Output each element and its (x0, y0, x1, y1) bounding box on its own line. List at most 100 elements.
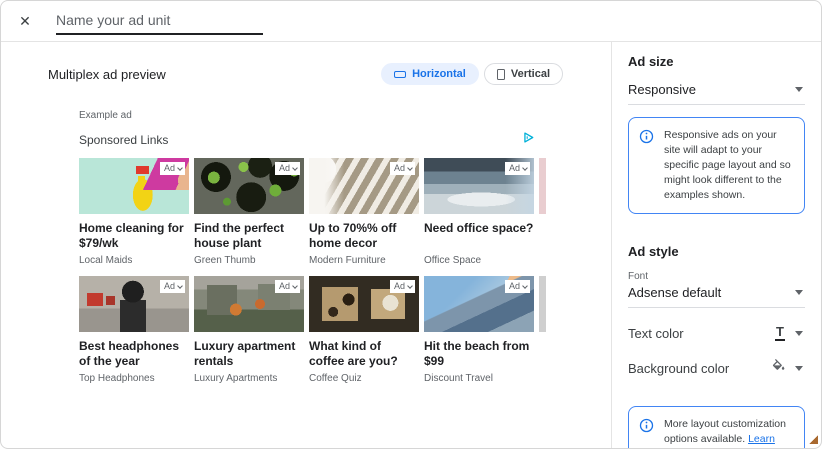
chevron-down-icon (177, 282, 183, 289)
ad-image (539, 276, 546, 332)
chevron-down-icon (522, 164, 528, 171)
ad-title[interactable]: Best headphones of the year (79, 339, 189, 370)
ad-style-heading: Ad style (628, 244, 679, 259)
info-icon (639, 129, 654, 203)
orientation-horizontal-label: Horizontal (412, 68, 466, 80)
ad-badge[interactable]: Ad (274, 162, 300, 175)
ad-size-heading: Ad size (628, 54, 674, 69)
ad-card[interactable]: Ad Need office space? Office Space (424, 158, 534, 266)
ad-image: Ad (309, 158, 419, 214)
orientation-vertical-button[interactable]: Vertical (483, 63, 563, 85)
ad-card[interactable]: Ad Hit the beach from $99 Discount Trave… (424, 276, 534, 384)
ad-image: Ad (424, 158, 534, 214)
ad-size-value: Responsive (628, 82, 696, 97)
ad-size-select[interactable]: Responsive (628, 82, 805, 105)
ad-advertiser: Luxury Apartments (194, 373, 278, 384)
font-select[interactable]: Font Adsense default (628, 271, 805, 308)
chevron-down-icon (407, 164, 413, 171)
ad-badge-label: Ad (393, 163, 405, 173)
ad-image: Ad (79, 276, 189, 332)
ad-badge-label: Ad (393, 281, 405, 291)
font-value: Adsense default (628, 285, 722, 300)
ad-title[interactable]: Hit the beach from $99 (424, 339, 534, 370)
ad-card-partial (539, 158, 546, 266)
background-color-picker[interactable] (771, 359, 803, 378)
ad-card[interactable]: Ad Find the perfect house plant Green Th… (194, 158, 304, 266)
ad-preview-pane: Multiplex ad preview Horizontal Vertical… (1, 42, 611, 448)
ad-badge[interactable]: Ad (389, 280, 415, 293)
ad-advertiser: Modern Furniture (309, 255, 386, 266)
close-icon[interactable]: ✕ (17, 13, 33, 30)
paint-bucket-icon (771, 359, 785, 378)
ad-unit-name-input[interactable] (56, 7, 263, 35)
background-color-label: Background color (628, 361, 730, 376)
ad-badge-label: Ad (278, 163, 290, 173)
dialog-header: ✕ (1, 1, 821, 42)
ad-badge[interactable]: Ad (159, 162, 185, 175)
ad-badge[interactable]: Ad (274, 280, 300, 293)
ad-badge[interactable]: Ad (159, 280, 185, 293)
ad-image: Ad (194, 158, 304, 214)
text-color-picker[interactable]: T (775, 325, 803, 341)
font-label: Font (628, 271, 649, 282)
ad-title[interactable]: What kind of coffee are you? (309, 339, 419, 370)
sponsored-links-heading: Sponsored Links (79, 133, 169, 147)
responsive-info-text: Responsive ads on your site will adapt t… (664, 129, 791, 201)
settings-sidebar: Ad size Responsive Responsive ads on you… (611, 42, 821, 448)
ad-advertiser: Local Maids (79, 255, 133, 266)
chevron-down-icon (292, 282, 298, 289)
ad-advertiser: Coffee Quiz (309, 373, 362, 384)
horizontal-rect-icon (394, 70, 407, 78)
ad-image: Ad (194, 276, 304, 332)
ad-badge-label: Ad (163, 163, 175, 173)
ad-badge-label: Ad (278, 281, 290, 291)
ad-badge[interactable]: Ad (504, 280, 530, 293)
chevron-down-icon (177, 164, 183, 171)
preview-title: Multiplex ad preview (48, 66, 166, 82)
ad-card[interactable]: Ad Home cleaning for $79/wk Local Maids (79, 158, 189, 266)
chevron-down-icon (522, 282, 528, 289)
ad-badge[interactable]: Ad (504, 162, 530, 175)
ad-card[interactable]: Ad Up to 70%% off home decor Modern Furn… (309, 158, 419, 266)
ad-badge-label: Ad (508, 281, 520, 291)
ad-title[interactable]: Home cleaning for $79/wk (79, 221, 189, 252)
text-color-label: Text color (628, 326, 684, 341)
ad-advertiser: Discount Travel (424, 373, 493, 384)
info-icon (639, 418, 654, 448)
responsive-info-box: Responsive ads on your site will adapt t… (628, 117, 805, 214)
ad-advertiser: Top Headphones (79, 373, 155, 384)
ad-title[interactable]: Up to 70%% off home decor (309, 221, 419, 252)
chevron-down-icon (795, 290, 803, 295)
orientation-vertical-label: Vertical (510, 68, 550, 80)
chevron-down-icon (407, 282, 413, 289)
ad-advertiser: Green Thumb (194, 255, 256, 266)
ad-card[interactable]: Ad Luxury apartment rentals Luxury Apart… (194, 276, 304, 384)
ad-title[interactable]: Find the perfect house plant (194, 221, 304, 252)
chevron-down-icon (795, 366, 803, 371)
ad-image: Ad (424, 276, 534, 332)
ad-title[interactable]: Need office space? (424, 221, 534, 252)
ad-grid: Ad Home cleaning for $79/wk Local Maids … (79, 158, 546, 394)
ad-title[interactable]: Luxury apartment rentals (194, 339, 304, 370)
example-ad: Example ad Sponsored Links Ad Home clean… (79, 110, 546, 394)
ad-badge[interactable]: Ad (389, 162, 415, 175)
ad-card[interactable]: Ad Best headphones of the year Top Headp… (79, 276, 189, 384)
ad-advertiser: Office Space (424, 255, 482, 266)
ad-badge-label: Ad (508, 163, 520, 173)
layout-options-info-box: More layout customization options availa… (628, 406, 805, 448)
example-ad-label: Example ad (79, 110, 132, 121)
create-ad-unit-dialog: ✕ Multiplex ad preview Horizontal Vertic… (0, 0, 822, 449)
chevron-down-icon (292, 164, 298, 171)
ad-badge-label: Ad (163, 281, 175, 291)
ad-image: Ad (79, 158, 189, 214)
ad-card-partial (539, 276, 546, 384)
ad-image (539, 158, 546, 214)
resize-grip-icon[interactable] (809, 435, 818, 444)
adchoices-icon[interactable] (522, 131, 535, 149)
orientation-toggle: Horizontal Vertical (381, 63, 563, 85)
chevron-down-icon (795, 331, 803, 336)
ad-image: Ad (309, 276, 419, 332)
chevron-down-icon (795, 87, 803, 92)
ad-card[interactable]: Ad What kind of coffee are you? Coffee Q… (309, 276, 419, 384)
orientation-horizontal-button[interactable]: Horizontal (381, 63, 479, 85)
